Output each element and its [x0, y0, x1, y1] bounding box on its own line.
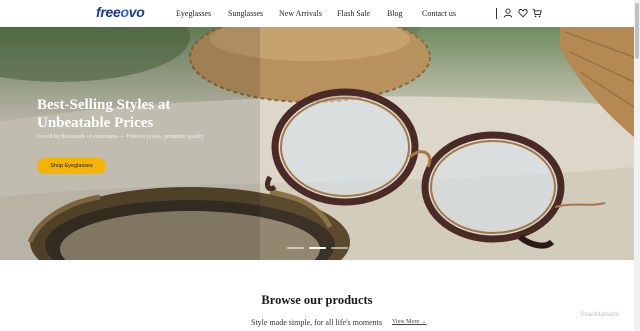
scroll-thumb[interactable]: [635, 3, 639, 59]
heart-icon[interactable]: [518, 8, 528, 18]
watermark: ScanMalware: [580, 311, 620, 318]
view-more-link[interactable]: View More →: [392, 319, 427, 325]
carousel-dot-2[interactable]: [309, 247, 326, 249]
section-subtitle: Style made simple, for all life's moment…: [251, 318, 382, 327]
nav-contact-us[interactable]: Contact us: [422, 9, 456, 18]
nav-flash-sale[interactable]: Flash Sale: [337, 9, 370, 18]
nav-eyeglasses[interactable]: Eyeglasses: [176, 9, 211, 18]
nav-sunglasses[interactable]: Sunglasses: [228, 9, 263, 18]
hero-image: [0, 27, 634, 260]
section-title: Browse our products: [261, 293, 373, 307]
nav-blog[interactable]: Blog: [387, 9, 403, 18]
hero-title: Best-Selling Styles at Unbeatable Prices: [37, 97, 171, 131]
site-header: freeovo Eyeglasses Sunglasses New Arriva…: [0, 0, 634, 27]
user-icon[interactable]: [503, 8, 513, 18]
cart-icon[interactable]: [532, 8, 542, 18]
hero-subtitle: Loved by thousands of customers — Foreve…: [37, 134, 204, 140]
page-scrollbar[interactable]: [634, 0, 640, 331]
carousel-dot-3[interactable]: [331, 247, 348, 249]
carousel-dot-1[interactable]: [287, 247, 304, 249]
nav-divider: [496, 8, 497, 19]
nav-new-arrivals[interactable]: New Arrivals: [279, 9, 322, 18]
shop-eyeglasses-button[interactable]: Shop Eyeglasses: [37, 158, 106, 174]
freeovo-logo[interactable]: freeovo: [96, 4, 145, 20]
hero-banner: Best-Selling Styles at Unbeatable Prices…: [0, 27, 634, 260]
